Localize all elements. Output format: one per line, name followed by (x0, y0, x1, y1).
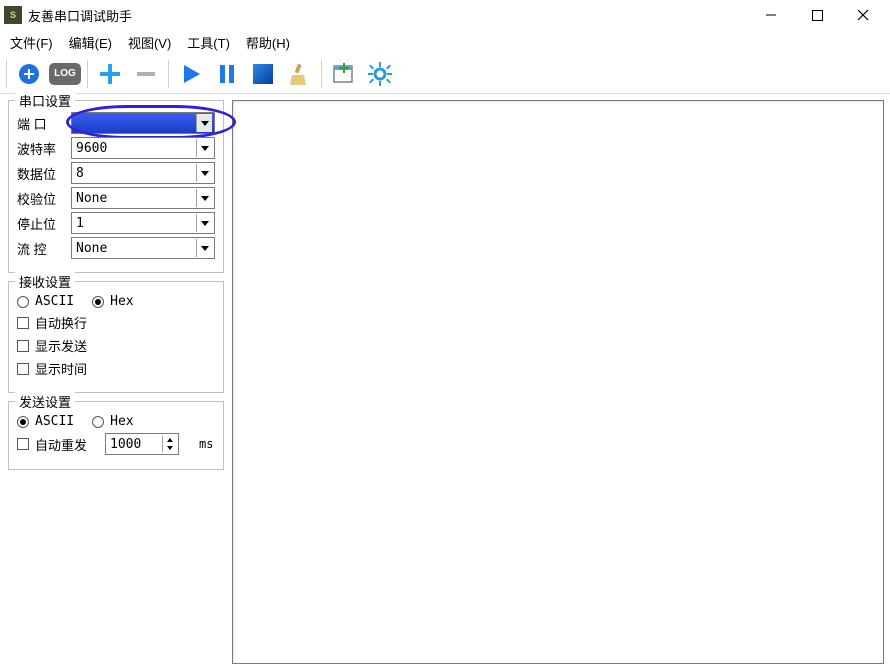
baud-label: 波特率 (17, 139, 65, 158)
chevron-down-icon (196, 114, 212, 132)
flow-label: 流 控 (17, 239, 65, 258)
show-time-label: 显示时间 (35, 359, 87, 378)
stopbits-combo[interactable]: 1 (71, 212, 215, 234)
toolbar-separator (321, 60, 322, 88)
auto-wrap-check[interactable]: 自动换行 (17, 313, 87, 332)
baud-combo[interactable]: 9600 (71, 137, 215, 159)
port-label: 端 口 (17, 114, 65, 133)
toolbar-separator (87, 60, 88, 88)
baud-value: 9600 (76, 141, 196, 156)
flow-combo[interactable]: None (71, 237, 215, 259)
parity-label: 校验位 (17, 189, 65, 208)
toolbar-separator (6, 60, 7, 88)
log-button[interactable]: LOG (49, 58, 81, 90)
receive-settings-group: 接收设置 ASCII Hex 自动换行 显示发送 显示时间 (8, 281, 224, 393)
new-window-button[interactable] (328, 58, 360, 90)
stop-button[interactable] (247, 58, 279, 90)
databits-value: 8 (76, 166, 196, 181)
main-layout: 串口设置 端 口 波特率 9600 数据位 8 (0, 94, 890, 670)
receive-settings-legend: 接收设置 (15, 272, 75, 291)
spin-down-icon[interactable] (162, 444, 176, 452)
show-send-check[interactable]: 显示发送 (17, 336, 87, 355)
auto-resend-check[interactable]: 自动重发 (17, 435, 87, 454)
send-hex-label: Hex (110, 414, 133, 429)
app-icon: S (4, 6, 22, 24)
serial-settings-group: 串口设置 端 口 波特率 9600 数据位 8 (8, 100, 224, 273)
add-circle-button[interactable] (13, 58, 45, 90)
stopbits-value: 1 (76, 216, 196, 231)
titlebar: S 友善串口调试助手 (0, 0, 890, 30)
send-ascii-label: ASCII (35, 414, 74, 429)
databits-combo[interactable]: 8 (71, 162, 215, 184)
chevron-down-icon (196, 239, 212, 257)
close-button[interactable] (840, 0, 886, 30)
menu-help[interactable]: 帮助(H) (238, 31, 298, 54)
menu-file[interactable]: 文件(F) (2, 31, 61, 54)
send-hex-radio[interactable]: Hex (92, 414, 133, 429)
chevron-down-icon (196, 189, 212, 207)
resend-interval-value: 1000 (110, 437, 162, 452)
output-panel[interactable] (232, 100, 884, 664)
log-icon: LOG (49, 63, 81, 85)
play-button[interactable] (175, 58, 207, 90)
recv-hex-radio[interactable]: Hex (92, 294, 133, 309)
minus-button[interactable] (130, 58, 162, 90)
databits-label: 数据位 (17, 164, 65, 183)
spin-up-icon[interactable] (162, 436, 176, 444)
send-settings-group: 发送设置 ASCII Hex 自动重发 1000 ms (8, 401, 224, 470)
port-combo[interactable] (71, 112, 215, 134)
auto-wrap-label: 自动换行 (35, 313, 87, 332)
auto-resend-label: 自动重发 (35, 435, 87, 454)
maximize-button[interactable] (794, 0, 840, 30)
resend-interval-input[interactable]: 1000 (105, 433, 179, 455)
recv-hex-label: Hex (110, 294, 133, 309)
plus-button[interactable] (94, 58, 126, 90)
menubar: 文件(F) 编辑(E) 视图(V) 工具(T) 帮助(H) (0, 30, 890, 54)
menu-edit[interactable]: 编辑(E) (61, 31, 120, 54)
menu-view[interactable]: 视图(V) (120, 31, 179, 54)
recv-ascii-label: ASCII (35, 294, 74, 309)
sidebar: 串口设置 端 口 波特率 9600 数据位 8 (0, 94, 232, 670)
toolbar-separator (168, 60, 169, 88)
clear-button[interactable] (283, 58, 315, 90)
recv-ascii-radio[interactable]: ASCII (17, 294, 74, 309)
parity-combo[interactable]: None (71, 187, 215, 209)
menu-tools[interactable]: 工具(T) (179, 31, 238, 54)
gear-icon (367, 61, 393, 87)
send-ascii-radio[interactable]: ASCII (17, 414, 74, 429)
chevron-down-icon (196, 164, 212, 182)
chevron-down-icon (196, 139, 212, 157)
minimize-button[interactable] (748, 0, 794, 30)
flow-value: None (76, 241, 196, 256)
resend-interval-unit: ms (199, 437, 213, 451)
send-settings-legend: 发送设置 (15, 392, 75, 411)
window-title: 友善串口调试助手 (28, 6, 748, 25)
stopbits-label: 停止位 (17, 214, 65, 233)
serial-settings-legend: 串口设置 (15, 91, 75, 110)
show-time-check[interactable]: 显示时间 (17, 359, 87, 378)
parity-value: None (76, 191, 196, 206)
toolbar: LOG (0, 54, 890, 94)
settings-button[interactable] (364, 58, 396, 90)
show-send-label: 显示发送 (35, 336, 87, 355)
chevron-down-icon (196, 214, 212, 232)
pause-button[interactable] (211, 58, 243, 90)
